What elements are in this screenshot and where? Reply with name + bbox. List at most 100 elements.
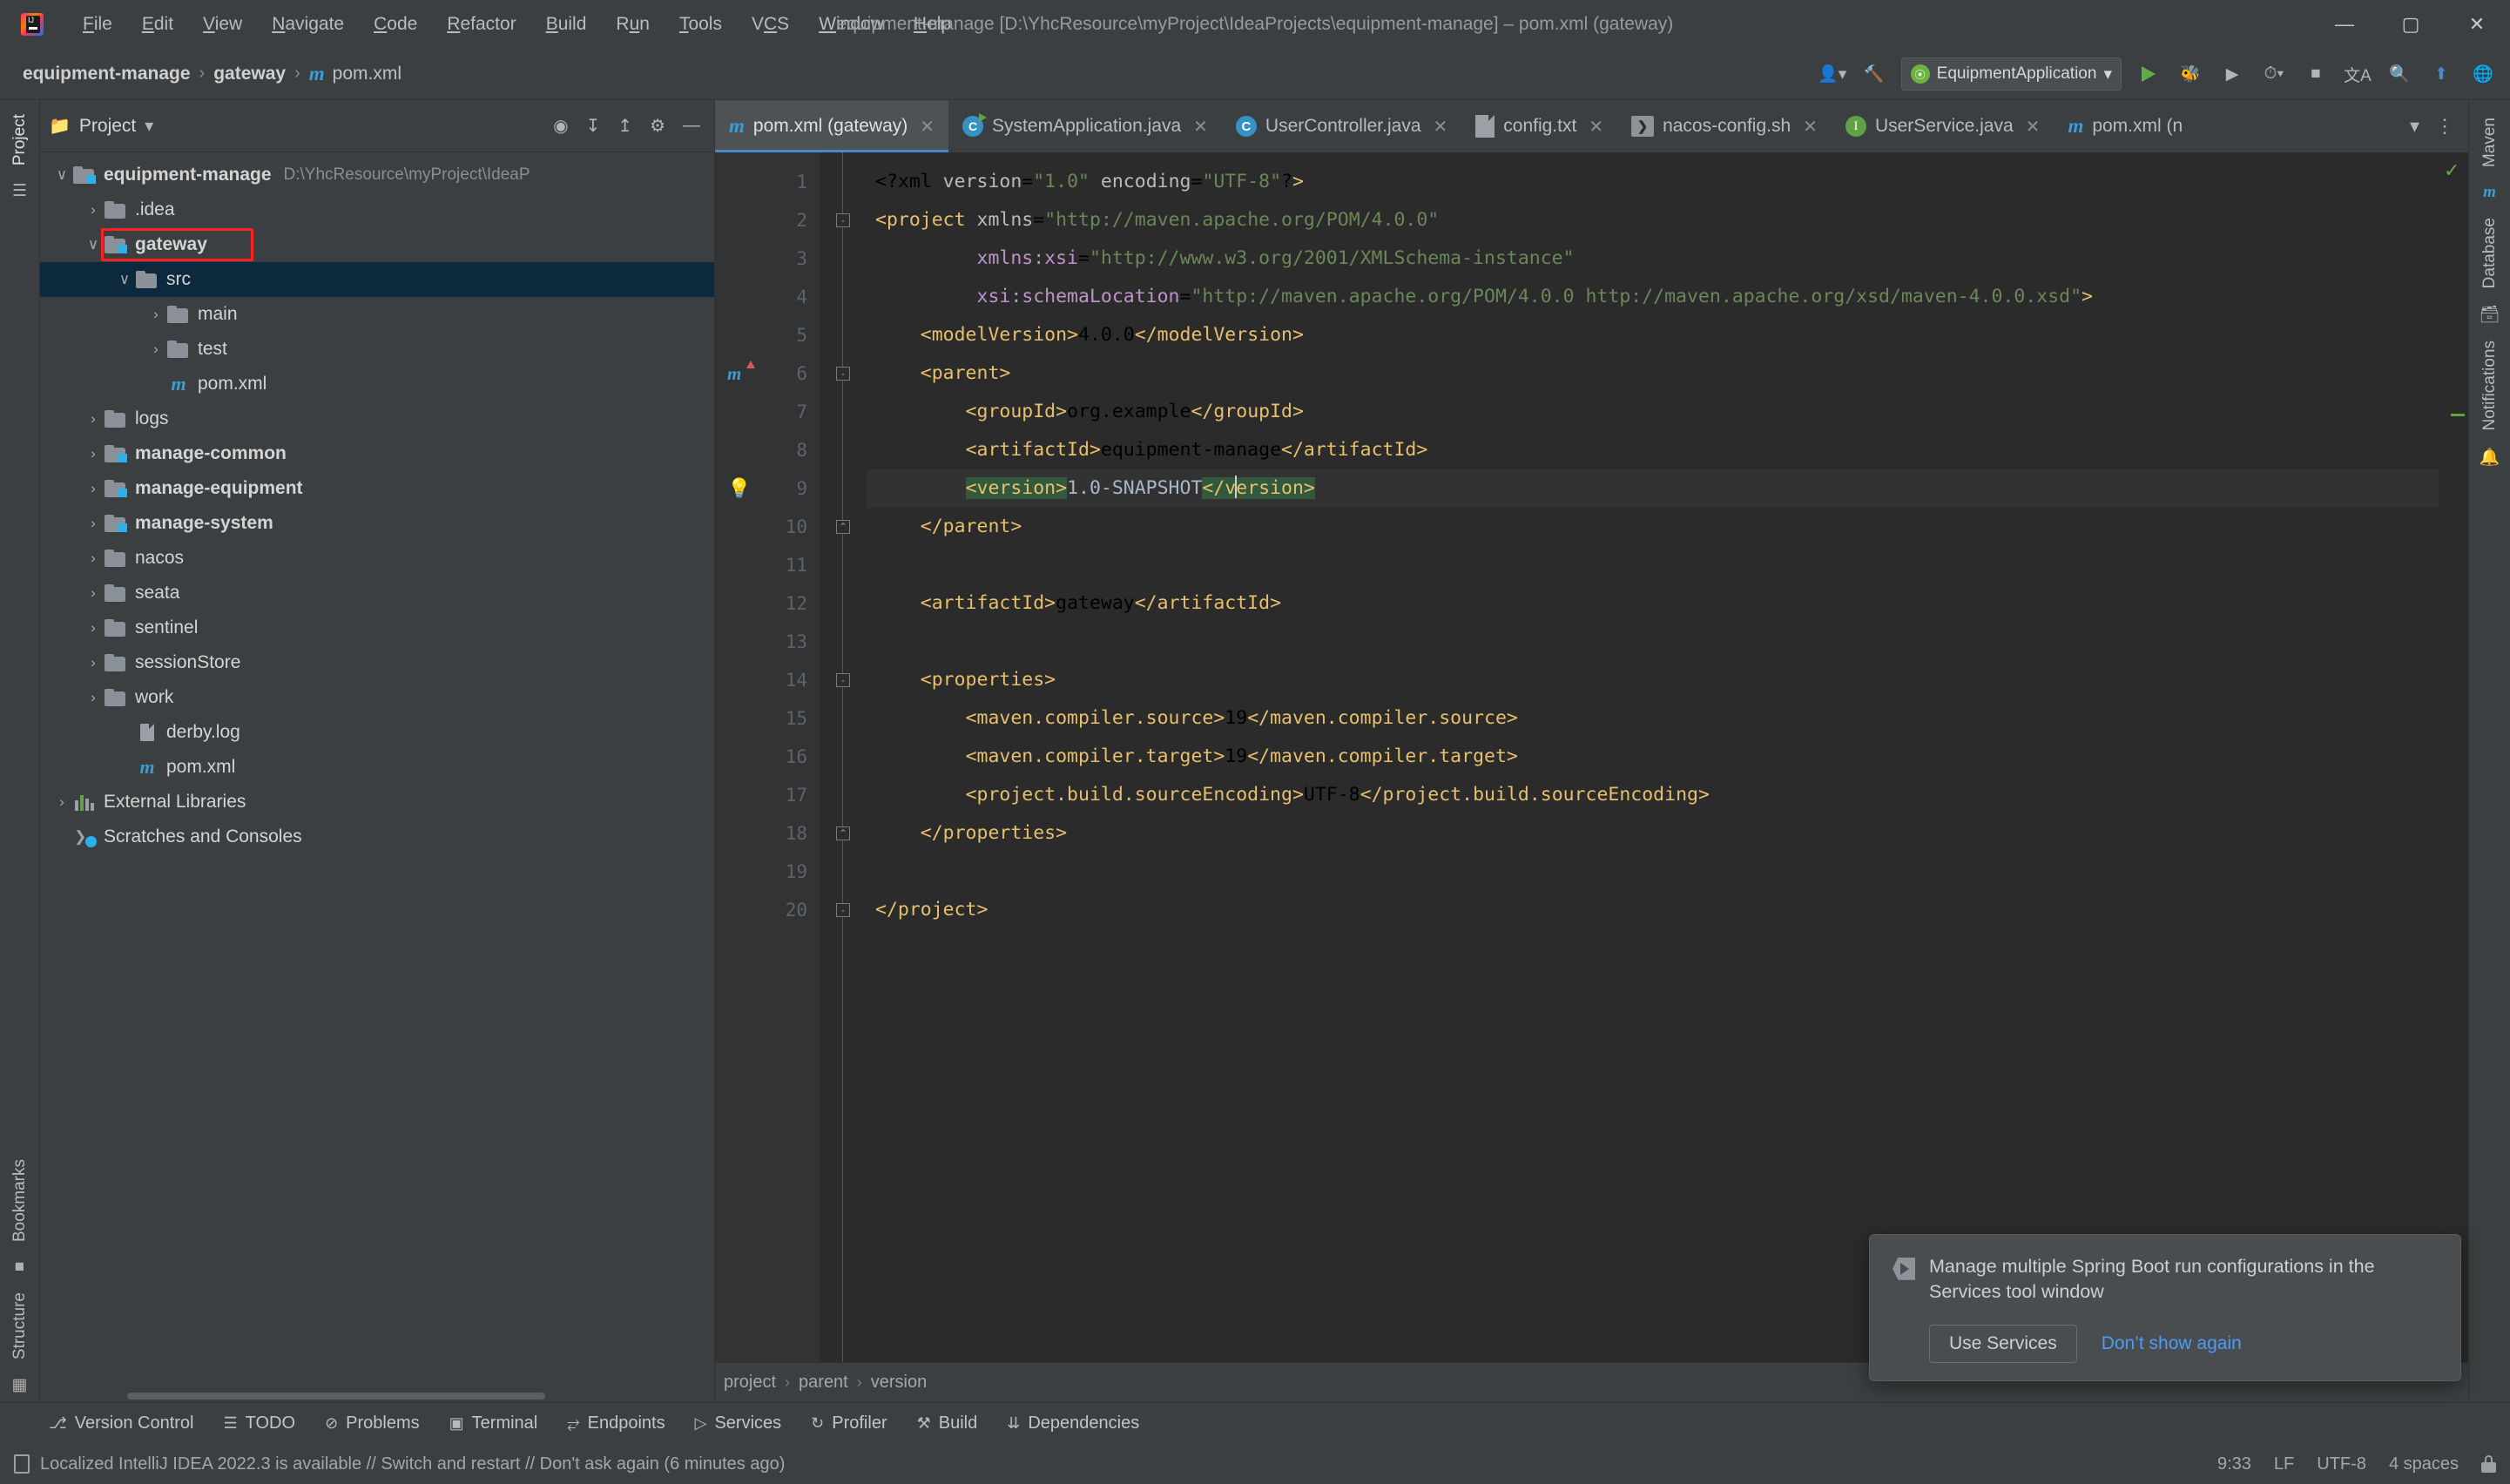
close-tab-icon[interactable]: ✕ bbox=[1193, 116, 1208, 138]
tree-node-manage-system[interactable]: › manage-system bbox=[40, 506, 714, 541]
editor-tab-nacos-config-sh[interactable]: ❯ nacos-config.sh ✕ bbox=[1617, 100, 1832, 152]
file-encoding[interactable]: UTF-8 bbox=[2317, 1454, 2366, 1474]
breadcrumb-module[interactable]: gateway bbox=[213, 64, 286, 84]
chevron-right-icon[interactable]: › bbox=[145, 341, 167, 358]
close-tab-icon[interactable]: ✕ bbox=[1803, 116, 1818, 138]
menu-edit[interactable]: Edit bbox=[127, 10, 188, 38]
commit-icon[interactable]: ☰ bbox=[12, 181, 27, 201]
editor-tab-userservice-java[interactable]: I UserService.java ✕ bbox=[1832, 100, 2055, 152]
code-line-13[interactable] bbox=[867, 623, 2439, 661]
fold-marker-line-1[interactable] bbox=[820, 163, 867, 201]
gutter-line-14[interactable]: 14 bbox=[715, 661, 820, 699]
footer-crumb-parent[interactable]: parent bbox=[799, 1373, 848, 1393]
gutter-line-16[interactable]: 16 bbox=[715, 738, 820, 776]
build-hammer-icon[interactable]: 🔨 bbox=[1859, 59, 1889, 89]
rail-item-maven[interactable]: Maven bbox=[2480, 118, 2500, 167]
rail-item-bookmarks[interactable]: Bookmarks bbox=[10, 1159, 30, 1242]
chevron-right-icon[interactable]: › bbox=[82, 480, 105, 497]
breadcrumb-file[interactable]: pom.xml bbox=[333, 64, 401, 84]
tree-node-pom-xml[interactable]: m pom.xml bbox=[40, 750, 714, 785]
close-tab-icon[interactable]: ✕ bbox=[2026, 116, 2041, 138]
fold-marker-line-19[interactable] bbox=[820, 853, 867, 891]
fold-marker-line-14[interactable]: - bbox=[820, 661, 867, 699]
chevron-right-icon[interactable]: › bbox=[82, 654, 105, 671]
run-button[interactable] bbox=[2134, 59, 2163, 89]
status-message[interactable]: Localized IntelliJ IDEA 2022.3 is availa… bbox=[40, 1454, 785, 1474]
gutter-line-8[interactable]: 8 bbox=[715, 431, 820, 469]
code-line-4[interactable]: xsi:schemaLocation="http://maven.apache.… bbox=[867, 278, 2439, 316]
collapse-all-icon[interactable]: ↥ bbox=[617, 115, 632, 137]
gutter-line-4[interactable]: 4 bbox=[715, 278, 820, 316]
tree-node-seata[interactable]: › seata bbox=[40, 576, 714, 610]
chevron-right-icon[interactable]: › bbox=[51, 793, 73, 811]
read-write-lock-icon[interactable] bbox=[2481, 1455, 2496, 1473]
close-button[interactable]: ✕ bbox=[2444, 0, 2510, 48]
gutter-line-6[interactable]: m6 bbox=[715, 354, 820, 393]
code-line-18[interactable]: </properties> bbox=[867, 814, 2439, 853]
menu-build[interactable]: Build bbox=[531, 10, 602, 38]
chevron-right-icon[interactable]: › bbox=[82, 515, 105, 532]
editor-tab-config-txt[interactable]: config.txt ✕ bbox=[1461, 100, 1617, 152]
fold-marker-line-20[interactable]: - bbox=[820, 891, 867, 929]
account-icon[interactable]: 👤▾ bbox=[1818, 59, 1847, 89]
fold-marker-line-18[interactable]: ⌃ bbox=[820, 814, 867, 853]
gutter-line-9[interactable]: 💡 9 bbox=[715, 469, 820, 508]
code-line-20[interactable]: </project> bbox=[867, 891, 2439, 929]
tree-node-work[interactable]: › work bbox=[40, 680, 714, 715]
tree-node-manage-equipment[interactable]: › manage-equipment bbox=[40, 471, 714, 506]
chevron-down-icon[interactable]: ▾ bbox=[145, 115, 153, 137]
fold-marker-line-2[interactable]: - bbox=[820, 201, 867, 239]
menu-file[interactable]: File bbox=[68, 10, 127, 38]
editor-tab-usercontroller-java[interactable]: C UserController.java ✕ bbox=[1222, 100, 1461, 152]
tree-node-manage-common[interactable]: › manage-common bbox=[40, 436, 714, 471]
project-panel-scrollbar[interactable] bbox=[40, 1390, 714, 1402]
chevron-right-icon[interactable]: › bbox=[145, 306, 167, 323]
menu-view[interactable]: View bbox=[188, 10, 257, 38]
close-tab-icon[interactable]: ✕ bbox=[1434, 116, 1448, 138]
gutter-line-20[interactable]: 20 bbox=[715, 891, 820, 929]
fold-marker-line-10[interactable]: ⌃ bbox=[820, 508, 867, 546]
menu-window[interactable]: Window bbox=[804, 10, 899, 38]
menu-tools[interactable]: Tools bbox=[665, 10, 737, 38]
database-icon[interactable]: 🗃 bbox=[2479, 304, 2500, 325]
gutter-line-15[interactable]: 15 bbox=[715, 699, 820, 738]
fold-marker-line-6[interactable]: - bbox=[820, 354, 867, 393]
tree-node-test[interactable]: › test bbox=[40, 332, 714, 367]
tree-node-derby-log[interactable]: derby.log bbox=[40, 715, 714, 750]
run-configuration-selector[interactable]: ⦿ EquipmentApplication ▾ bbox=[1900, 57, 2122, 91]
code-line-17[interactable]: <project.build.sourceEncoding>UTF-8</pro… bbox=[867, 776, 2439, 814]
rail-item-notifications[interactable]: Notifications bbox=[2480, 341, 2500, 431]
code-line-8[interactable]: <artifactId>equipment-manage</artifactId… bbox=[867, 431, 2439, 469]
tree-node-external-libraries[interactable]: › External Libraries bbox=[40, 785, 714, 820]
code-folding-column[interactable]: - - ⌃ - ⌃ - bbox=[820, 152, 867, 1362]
minimize-button[interactable]: — bbox=[2311, 0, 2378, 48]
indent-setting[interactable]: 4 spaces bbox=[2389, 1454, 2459, 1474]
run-with-coverage-icon[interactable]: ▶ bbox=[2217, 59, 2247, 89]
notification-widget-icon[interactable] bbox=[14, 1454, 30, 1474]
structure-icon[interactable]: ▦ bbox=[12, 1375, 28, 1395]
editor-tab-pom-xml-gateway-[interactable]: m pom.xml (gateway) ✕ bbox=[715, 100, 949, 152]
error-stripe-marker[interactable]: ✓ bbox=[2439, 152, 2468, 1362]
gutter-line-3[interactable]: 3 bbox=[715, 239, 820, 278]
fold-marker-line-7[interactable] bbox=[820, 393, 867, 431]
notifications-bell-icon[interactable]: 🔔 bbox=[2480, 447, 2500, 468]
chevron-right-icon[interactable]: › bbox=[82, 445, 105, 462]
menu-vcs[interactable]: VCS bbox=[737, 10, 804, 38]
locate-icon[interactable]: ◉ bbox=[553, 115, 568, 137]
code-line-2[interactable]: <project xmlns="http://maven.apache.org/… bbox=[867, 201, 2439, 239]
caret-position[interactable]: 9:33 bbox=[2217, 1454, 2251, 1474]
code-line-10[interactable]: </parent> bbox=[867, 508, 2439, 546]
code-line-11[interactable] bbox=[867, 546, 2439, 584]
maven-rail-icon[interactable]: m bbox=[2483, 183, 2496, 202]
code-line-16[interactable]: <maven.compiler.target>19</maven.compile… bbox=[867, 738, 2439, 776]
code-line-7[interactable]: <groupId>org.example</groupId> bbox=[867, 393, 2439, 431]
gutter-line-1[interactable]: 1 bbox=[715, 163, 820, 201]
tool-window-profiler[interactable]: ↻ Profiler bbox=[811, 1413, 887, 1433]
translate-icon[interactable]: 文A bbox=[2343, 59, 2372, 89]
settings-gear-icon[interactable]: ⚙ bbox=[650, 115, 665, 137]
close-tab-icon[interactable]: ✕ bbox=[920, 116, 935, 138]
tree-node-sessionstore[interactable]: › sessionStore bbox=[40, 645, 714, 680]
gutter-line-10[interactable]: 10 bbox=[715, 508, 820, 546]
chevron-right-icon[interactable]: › bbox=[82, 584, 105, 602]
gutter-line-18[interactable]: 18 bbox=[715, 814, 820, 853]
